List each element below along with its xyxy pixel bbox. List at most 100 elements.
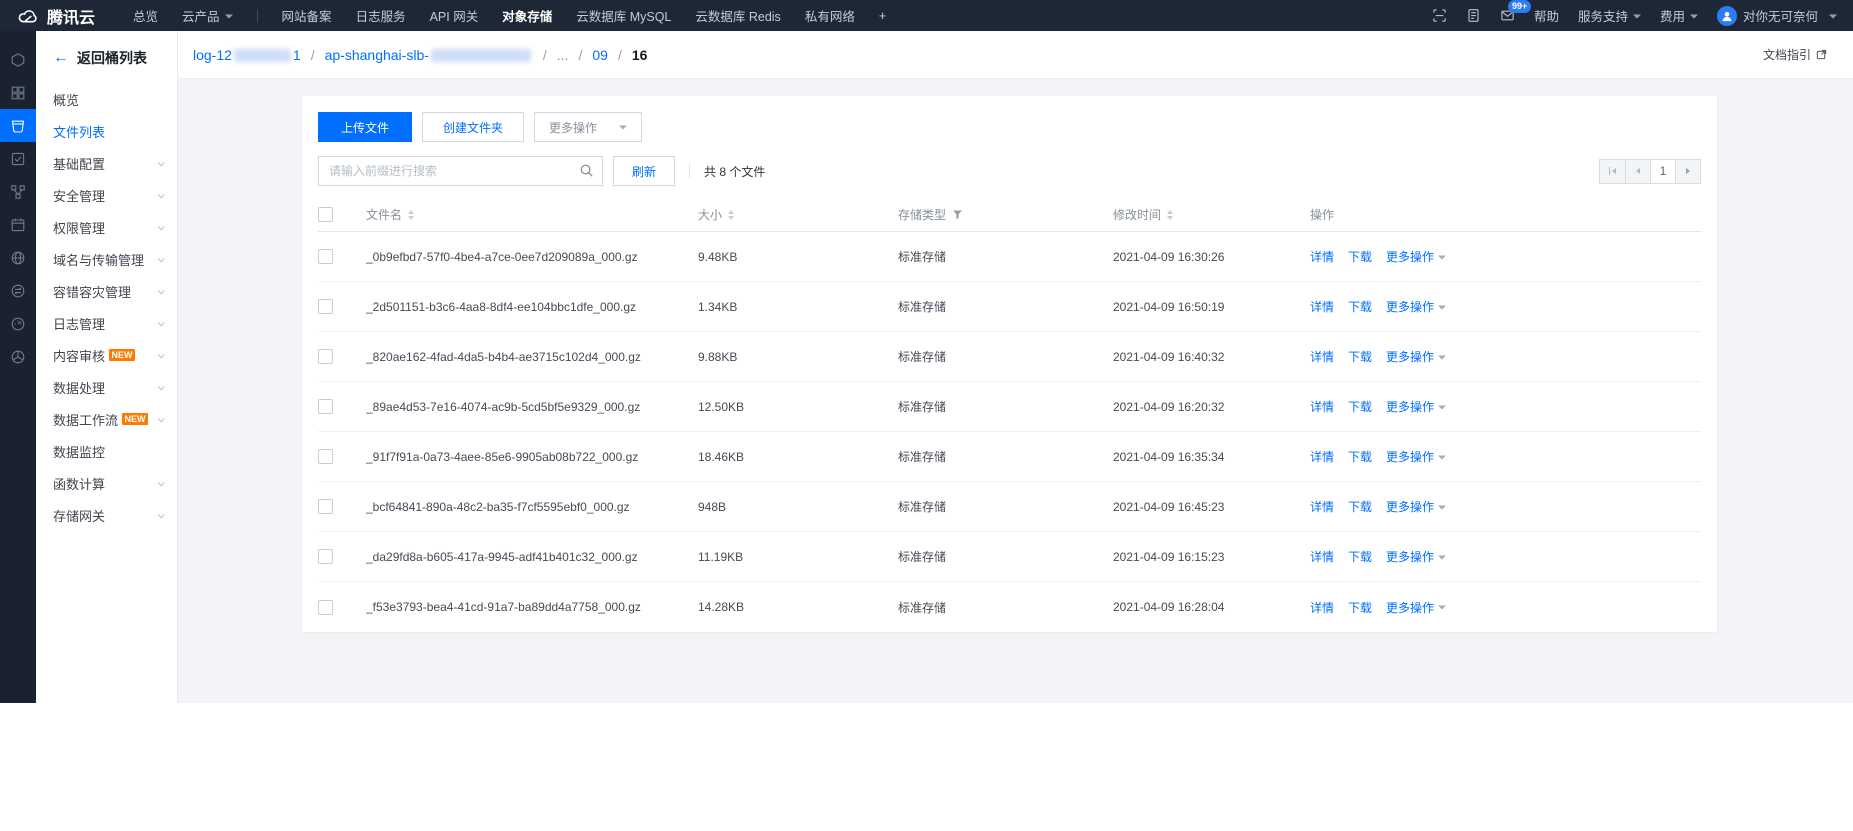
header-storage-class[interactable]: 存储类型	[898, 206, 1113, 223]
search-icon[interactable]	[579, 163, 594, 178]
calendar-icon[interactable]	[0, 208, 36, 241]
exchange-icon[interactable]	[0, 274, 36, 307]
download-link[interactable]: 下载	[1348, 398, 1372, 415]
more-actions-link[interactable]: 更多操作	[1386, 498, 1447, 515]
topnav-product[interactable]: API 网关	[430, 6, 479, 25]
file-name-link[interactable]: _89ae4d53-7e16-4074-ac9b-5cd5bf5e9329_00…	[366, 400, 640, 414]
topnav-add-product[interactable]: +	[879, 9, 886, 23]
more-actions-link[interactable]: 更多操作	[1386, 298, 1447, 315]
account-menu[interactable]: 对你无可奈何	[1716, 5, 1837, 26]
topnav-support[interactable]: 服务支持	[1578, 6, 1641, 25]
message-icon[interactable]: 99+	[1500, 0, 1532, 23]
document-icon[interactable]	[1466, 8, 1481, 23]
sidebar-item[interactable]: 数据工作流 NEW	[36, 403, 177, 435]
monitor-icon[interactable]	[0, 307, 36, 340]
topnav-product[interactable]: 云数据库 Redis	[695, 6, 780, 25]
sort-icon[interactable]	[728, 209, 735, 220]
row-checkbox[interactable]	[318, 349, 333, 364]
row-checkbox[interactable]	[318, 499, 333, 514]
select-all-checkbox[interactable]	[318, 207, 333, 222]
download-link[interactable]: 下载	[1348, 599, 1372, 616]
more-actions-link[interactable]: 更多操作	[1386, 599, 1447, 616]
first-page-button[interactable]	[1600, 159, 1625, 183]
topnav-product[interactable]: 日志服务	[356, 6, 406, 25]
globe-icon[interactable]	[0, 241, 36, 274]
sidebar-item[interactable]: 日志管理	[36, 307, 177, 339]
sidebar-item[interactable]: 数据监控	[36, 435, 177, 467]
file-name-link[interactable]: _da29fd8a-b605-417a-9945-adf41b401c32_00…	[366, 550, 638, 564]
download-link[interactable]: 下载	[1348, 448, 1372, 465]
sidebar-item[interactable]: 概览	[36, 83, 177, 115]
sidebar-item[interactable]: 域名与传输管理	[36, 243, 177, 275]
detail-link[interactable]: 详情	[1310, 599, 1334, 616]
create-folder-button[interactable]: 创建文件夹	[422, 112, 525, 142]
checklist-icon[interactable]	[0, 142, 36, 175]
upload-file-button[interactable]: 上传文件	[318, 112, 413, 142]
pinwheel-icon[interactable]	[0, 340, 36, 373]
row-checkbox[interactable]	[318, 599, 333, 615]
detail-link[interactable]: 详情	[1310, 348, 1334, 365]
detail-link[interactable]: 详情	[1310, 498, 1334, 515]
file-name-link[interactable]: _91f7f91a-0a73-4aee-85e6-9905ab08b722_00…	[366, 450, 638, 464]
row-checkbox[interactable]	[318, 299, 333, 314]
prefix-search-input[interactable]	[318, 156, 603, 186]
more-actions-dropdown[interactable]: 更多操作	[534, 112, 643, 142]
more-actions-link[interactable]: 更多操作	[1386, 548, 1447, 565]
more-actions-link[interactable]: 更多操作	[1386, 248, 1447, 265]
detail-link[interactable]: 详情	[1310, 448, 1334, 465]
download-link[interactable]: 下载	[1348, 348, 1372, 365]
topnav-products-menu[interactable]: 云产品	[182, 6, 233, 25]
download-link[interactable]: 下载	[1348, 548, 1372, 565]
sidebar-item[interactable]: 存储网关	[36, 499, 177, 531]
tencent-cloud-logo[interactable]: 腾讯云	[16, 4, 95, 28]
back-to-bucket-list[interactable]: ← 返回桶列表	[36, 31, 177, 83]
download-link[interactable]: 下载	[1348, 298, 1372, 315]
sidebar-item[interactable]: 安全管理	[36, 179, 177, 211]
more-actions-link[interactable]: 更多操作	[1386, 398, 1447, 415]
topnav-overview[interactable]: 总览	[133, 6, 158, 25]
detail-link[interactable]: 详情	[1310, 548, 1334, 565]
topnav-help[interactable]: 帮助	[1534, 6, 1559, 25]
detail-link[interactable]: 详情	[1310, 398, 1334, 415]
scan-icon[interactable]	[1432, 8, 1447, 23]
row-checkbox[interactable]	[318, 399, 333, 414]
topnav-product[interactable]: 云数据库 MySQL	[576, 6, 671, 25]
sidebar-item[interactable]: 数据处理	[36, 371, 177, 403]
topnav-product[interactable]: 网站备案	[282, 6, 332, 25]
doc-guide-link[interactable]: 文档指引	[1763, 46, 1827, 63]
row-checkbox[interactable]	[318, 449, 333, 464]
sidebar-item[interactable]: 基础配置	[36, 147, 177, 179]
refresh-button[interactable]: 刷新	[613, 156, 676, 186]
download-link[interactable]: 下载	[1348, 498, 1372, 515]
header-modified-time[interactable]: 修改时间	[1113, 206, 1310, 223]
header-file-name[interactable]: 文件名	[366, 206, 698, 223]
header-size[interactable]: 大小	[698, 206, 898, 223]
sidebar-item[interactable]: 内容审核 NEW	[36, 339, 177, 371]
sidebar-item[interactable]: 权限管理	[36, 211, 177, 243]
row-checkbox[interactable]	[318, 249, 333, 264]
row-checkbox[interactable]	[318, 549, 333, 564]
prev-page-button[interactable]	[1625, 159, 1650, 183]
breadcrumb-segment[interactable]: 09	[592, 47, 608, 63]
sort-icon[interactable]	[408, 209, 415, 220]
dashboard-icon[interactable]	[0, 76, 36, 109]
topnav-product[interactable]: 对象存储	[502, 6, 552, 25]
filter-icon[interactable]	[952, 209, 963, 220]
file-name-link[interactable]: _2d501151-b3c6-4aa8-8df4-ee104bbc1dfe_00…	[366, 300, 636, 314]
file-name-link[interactable]: _f53e3793-bea4-41cd-91a7-ba89dd4a7758_00…	[366, 600, 641, 614]
cloud-product-icon[interactable]	[0, 43, 36, 76]
next-page-button[interactable]	[1675, 159, 1700, 183]
detail-link[interactable]: 详情	[1310, 248, 1334, 265]
file-name-link[interactable]: _0b9efbd7-57f0-4be4-a7ce-0ee7d209089a_00…	[366, 250, 638, 264]
topology-icon[interactable]	[0, 175, 36, 208]
topnav-product[interactable]: 私有网络	[805, 6, 855, 25]
breadcrumb-segment[interactable]: log-12 1	[193, 47, 301, 63]
more-actions-link[interactable]: 更多操作	[1386, 448, 1447, 465]
detail-link[interactable]: 详情	[1310, 298, 1334, 315]
more-actions-link[interactable]: 更多操作	[1386, 348, 1447, 365]
sidebar-item[interactable]: 容错容灾管理	[36, 275, 177, 307]
sidebar-item[interactable]: 函数计算	[36, 467, 177, 499]
topnav-billing[interactable]: 费用	[1660, 6, 1698, 25]
file-name-link[interactable]: _bcf64841-890a-48c2-ba35-f7cf5595ebf0_00…	[366, 500, 630, 514]
sidebar-item[interactable]: 文件列表	[36, 115, 177, 147]
